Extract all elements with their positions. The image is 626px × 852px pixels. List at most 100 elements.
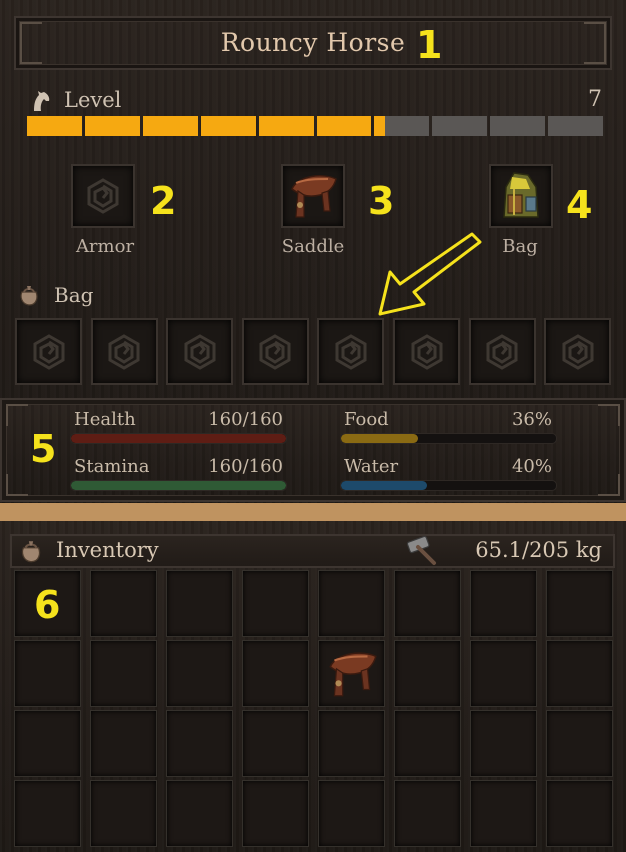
- inventory-slot[interactable]: [242, 780, 309, 847]
- inventory-slot[interactable]: [90, 710, 157, 777]
- bag-slot[interactable]: [544, 318, 612, 385]
- level-segment: [27, 116, 82, 136]
- saddle-icon: [291, 175, 337, 218]
- level-segment: [142, 116, 198, 136]
- empty-slot-icon: [33, 333, 64, 370]
- inventory-slot[interactable]: [166, 780, 233, 847]
- inventory-slot[interactable]: [546, 570, 613, 637]
- inventory-title: Inventory: [56, 538, 159, 562]
- bag-slot[interactable]: [241, 318, 309, 385]
- health-bar-fill: [71, 434, 286, 443]
- level-progress-bar: [27, 116, 604, 136]
- empty-slot-icon: [259, 333, 291, 370]
- ornament-corner: [6, 404, 28, 426]
- inventory-slot[interactable]: [394, 640, 461, 707]
- level-segment: [548, 116, 604, 136]
- inventory-slot[interactable]: [14, 710, 81, 777]
- bag-icon: [503, 172, 539, 218]
- food-bar-fill: [341, 434, 419, 443]
- inventory-slot[interactable]: [546, 710, 613, 777]
- level-segment: [490, 116, 546, 136]
- annotation-marker-1: 1: [416, 23, 443, 67]
- bag-slot[interactable]: [317, 318, 385, 385]
- food-label: Food: [344, 409, 389, 430]
- inventory-slot[interactable]: [242, 570, 309, 637]
- level-segment: [432, 116, 488, 136]
- bag-slot[interactable]: [166, 318, 234, 385]
- inventory-slot[interactable]: [166, 710, 233, 777]
- empty-slot-icon: [562, 333, 594, 370]
- inventory-slot[interactable]: [90, 780, 157, 847]
- health-label: Health: [74, 409, 136, 430]
- inventory-slot[interactable]: [242, 710, 309, 777]
- weight-hammer-icon: [406, 535, 436, 565]
- bag-slot[interactable]: [393, 318, 460, 385]
- inventory-slot[interactable]: [470, 640, 537, 707]
- level-segment: [316, 116, 372, 136]
- level-segment: [258, 116, 314, 136]
- inventory-slot[interactable]: [318, 780, 385, 847]
- inventory-slot[interactable]: [318, 570, 385, 637]
- inventory-slot[interactable]: [318, 710, 385, 777]
- annotation-marker-4: 4: [566, 183, 593, 227]
- inventory-slot[interactable]: [14, 780, 81, 847]
- inventory-slot[interactable]: [166, 640, 233, 707]
- title-bar: Rouncy Horse: [14, 16, 612, 70]
- inventory-slot[interactable]: [242, 640, 309, 707]
- level-segment: [84, 116, 140, 136]
- ornament-corner: [6, 474, 28, 496]
- saddle-icon: [329, 652, 377, 697]
- empty-slot-icon: [486, 333, 518, 370]
- stamina-bar: [70, 480, 287, 491]
- inventory-slot[interactable]: [470, 710, 537, 777]
- stamina-bar-fill: [71, 481, 286, 490]
- stamina-label: Stamina: [74, 456, 150, 477]
- empty-slot-icon: [335, 333, 367, 370]
- armor-slot[interactable]: [71, 164, 135, 228]
- bag-section-label: Bag: [54, 283, 94, 307]
- water-label: Water: [344, 456, 399, 477]
- pouch-icon: [20, 286, 38, 306]
- inventory-slot[interactable]: [394, 780, 461, 847]
- window-title: Rouncy Horse: [220, 28, 406, 57]
- inventory-slot[interactable]: [546, 780, 613, 847]
- health-value: 160/160: [208, 409, 283, 430]
- inventory-weight: 65.1/205 kg: [475, 538, 602, 562]
- level-label: Level: [64, 88, 122, 112]
- horse-head-icon: [34, 91, 50, 111]
- ornament-corner: [598, 404, 620, 426]
- armor-label: Armor: [75, 236, 135, 257]
- bag-slot[interactable]: [90, 318, 158, 385]
- empty-slot-icon: [108, 333, 140, 370]
- saddle-label: Saddle: [281, 236, 345, 257]
- pouch-icon: [21, 541, 41, 563]
- inventory-slot[interactable]: [90, 640, 157, 707]
- inventory-slot[interactable]: [394, 710, 461, 777]
- level-segment: [200, 116, 256, 136]
- inventory-slot[interactable]: [90, 570, 157, 637]
- health-bar: [70, 433, 287, 444]
- bag-slot[interactable]: [468, 318, 536, 385]
- stamina-value: 160/160: [208, 456, 283, 477]
- inventory-slot[interactable]: [470, 570, 537, 637]
- annotation-marker-5: 5: [30, 427, 57, 471]
- water-bar: [340, 480, 557, 491]
- inventory-slot[interactable]: [546, 640, 613, 707]
- inventory-slot[interactable]: [394, 570, 461, 637]
- food-bar: [340, 433, 557, 444]
- inventory-slot[interactable]: [14, 640, 81, 707]
- saddle-slot[interactable]: [281, 164, 345, 228]
- annotation-arrow-icon: [378, 232, 482, 316]
- empty-slot-icon: [184, 333, 216, 370]
- food-value: 36%: [511, 409, 552, 430]
- inventory-slot[interactable]: [166, 570, 233, 637]
- level-segment: [374, 116, 430, 136]
- inventory-slot[interactable]: [470, 780, 537, 847]
- ornament-corner: [598, 474, 620, 496]
- water-bar-fill: [341, 481, 427, 490]
- bag-slot[interactable]: [489, 164, 553, 228]
- inventory-slot[interactable]: [318, 640, 385, 707]
- empty-slot-icon: [411, 333, 442, 370]
- bag-slot[interactable]: [15, 318, 82, 385]
- annotation-marker-3: 3: [368, 179, 395, 223]
